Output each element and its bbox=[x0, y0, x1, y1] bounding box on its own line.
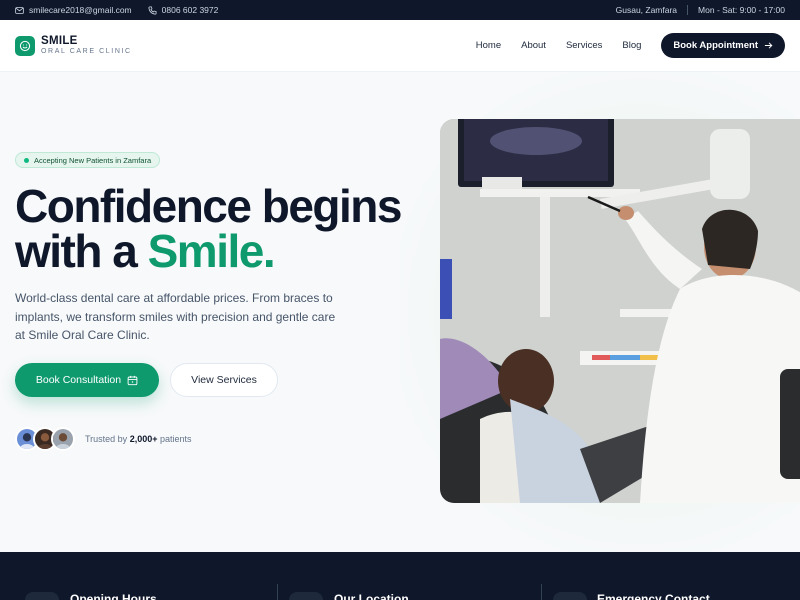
topbar-email[interactable]: smilecare2018@gmail.com bbox=[15, 5, 132, 15]
trust-count: 2,000+ bbox=[129, 434, 158, 444]
badge-text: Accepting New Patients in Zamfara bbox=[34, 155, 152, 165]
mail-icon bbox=[15, 6, 24, 14]
view-services-button[interactable]: View Services bbox=[170, 363, 278, 397]
book-consultation-label: Book Consultation bbox=[35, 374, 122, 386]
trust-text: Trusted by 2,000+ patients bbox=[85, 434, 192, 444]
band-divider bbox=[541, 584, 542, 600]
dental-scene-illustration bbox=[440, 119, 800, 503]
topbar-hours: Mon - Sat: 9:00 - 17:00 bbox=[698, 5, 785, 15]
topbar-phone-text: 0806 602 3972 bbox=[161, 5, 219, 15]
headline-line-2: with a bbox=[15, 225, 148, 277]
band-opening-hours: Opening Hours bbox=[70, 592, 157, 600]
logo-mark bbox=[15, 35, 35, 56]
top-info-bar: smilecare2018@gmail.com 0806 602 3972 Gu… bbox=[0, 0, 800, 20]
band-divider bbox=[277, 584, 278, 600]
emergency-icon bbox=[553, 592, 587, 600]
clock-icon bbox=[25, 592, 59, 600]
book-consultation-button[interactable]: Book Consultation bbox=[15, 363, 159, 397]
location-icon bbox=[289, 592, 323, 600]
main-nav: Home About Services Blog Book Appointmen… bbox=[476, 33, 785, 58]
hero-headline: Confidence begins with a Smile. bbox=[15, 183, 435, 277]
new-patients-badge: Accepting New Patients in Zamfara bbox=[15, 152, 161, 168]
nav-blog[interactable]: Blog bbox=[622, 40, 641, 51]
book-appointment-label: Book Appointment bbox=[673, 40, 758, 51]
phone-icon bbox=[148, 5, 157, 15]
topbar-email-text: smilecare2018@gmail.com bbox=[29, 5, 132, 15]
avatar bbox=[51, 427, 75, 451]
headline-accent: Smile. bbox=[147, 225, 276, 277]
hero-image bbox=[440, 119, 800, 503]
trust-prefix: Trusted by bbox=[85, 434, 130, 444]
nav-home[interactable]: Home bbox=[476, 40, 501, 51]
nav-about[interactable]: About bbox=[521, 40, 546, 51]
hero-description: World-class dental care at affordable pr… bbox=[15, 291, 336, 342]
view-services-label: View Services bbox=[191, 374, 257, 386]
trust-suffix: patients bbox=[157, 434, 192, 444]
logo-name: SMILE bbox=[41, 35, 78, 47]
patient-avatars bbox=[15, 427, 75, 451]
topbar-phone[interactable]: 0806 602 3972 bbox=[148, 5, 219, 15]
status-dot bbox=[24, 157, 29, 163]
book-appointment-button[interactable]: Book Appointment bbox=[661, 33, 785, 58]
band-our-location: Our Location bbox=[334, 592, 409, 600]
topbar-divider bbox=[687, 5, 689, 15]
band-emergency-contact: Emergency Contact bbox=[597, 592, 710, 600]
logo[interactable]: SMILE ORAL CARE CLINIC bbox=[15, 35, 132, 56]
topbar-location: Gusau, Zamfara bbox=[615, 5, 678, 15]
site-header: SMILE ORAL CARE CLINIC Home About Servic… bbox=[0, 20, 800, 72]
arrow-right-icon bbox=[764, 42, 773, 49]
nav-services[interactable]: Services bbox=[566, 40, 602, 51]
info-band: Opening Hours Our Location Emergency Con… bbox=[0, 552, 800, 600]
smile-icon bbox=[19, 40, 31, 51]
logo-subtitle: ORAL CARE CLINIC bbox=[41, 48, 132, 55]
calendar-icon bbox=[127, 375, 138, 385]
